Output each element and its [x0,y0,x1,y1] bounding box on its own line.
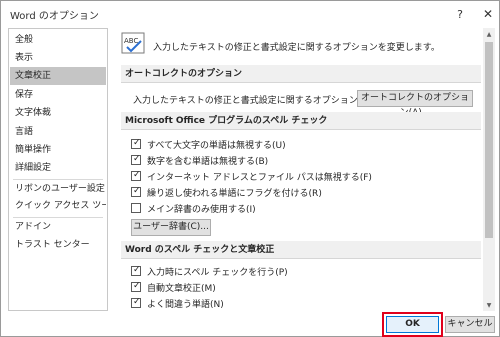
sidebar-item-display[interactable]: 表示 [10,49,106,67]
checkmark-icon: ✓ [133,297,141,307]
sidebar-item-advanced[interactable]: 詳細設定 [10,159,106,177]
panel-header-text: 入力したテキストの修正と書式設定に関するオプションを変更します。 [153,43,440,53]
scroll-up-icon[interactable]: ▲ [483,28,495,40]
sidebar-item-quick-access[interactable]: クイック アクセス ツール バー [10,197,106,215]
scroll-thumb[interactable] [485,42,493,238]
checkbox-label: 自動文章校正(M) [147,284,216,294]
checkmark-icon: ✓ [133,265,141,275]
checkmark-icon: ✓ [133,281,141,291]
checkbox[interactable] [131,203,141,213]
proofing-panel: ABC 入力したテキストの修正と書式設定に関するオプションを変更します。 オート… [115,28,482,311]
close-button[interactable]: ✕ [477,4,499,24]
checkbox-label: すべて大文字の単語は無視する(U) [147,141,286,151]
custom-dictionary-button[interactable]: ユーザー辞書(C)... [131,219,211,236]
checkmark-icon: ✓ [133,138,141,148]
sidebar-item-accessibility[interactable]: 簡単操作 [10,141,106,159]
sidebar-item-general[interactable]: 全般 [10,31,106,49]
checkmark-icon: ✓ [133,170,141,180]
sidebar-item-typography[interactable]: 文字体裁 [10,104,106,122]
checkmark-icon: ✓ [133,186,141,196]
checkbox[interactable]: ✓ [131,138,141,149]
checkbox[interactable]: ✓ [131,186,141,197]
ok-button[interactable]: OK [386,316,439,333]
checkbox-label: メイン辞書のみ使用する(I) [147,205,256,215]
checkbox-label: 数字を含む単語は無視する(B) [147,157,269,167]
checkbox-label: よく間違う単語(N) [147,300,224,310]
checkbox[interactable]: ✓ [131,154,141,165]
title-bar: Word のオプション ? ✕ [1,1,499,27]
sidebar-item-language[interactable]: 言語 [10,123,106,141]
checkbox[interactable]: ✓ [131,170,141,181]
checkmark-icon: ✓ [133,154,141,164]
checkbox-label: 繰り返し使われる単語にフラグを付ける(R) [147,189,322,199]
cancel-button[interactable]: キャンセル [445,316,495,333]
checkbox-label: 入力時にスペル チェックを行う(P) [147,268,288,278]
panel-header: ABC 入力したテキストの修正と書式設定に関するオプションを変更します。 [121,32,476,58]
checkbox-label: インターネット アドレスとファイル パスは無視する(F) [147,173,372,183]
autocorrect-options-button[interactable]: オートコレクトのオプション(A)... [357,90,473,118]
help-button[interactable]: ? [449,4,471,24]
sidebar-item-ribbon[interactable]: リボンのユーザー設定 [10,180,106,198]
section-autocorrect: オートコレクトのオプション [121,65,481,83]
checkbox[interactable]: ✓ [131,281,141,292]
options-dialog: Word のオプション ? ✕ 全般 表示 文章校正 保存 文字体裁 言語 簡単… [0,0,500,337]
checkbox[interactable]: ✓ [131,297,141,308]
svg-text:ABC: ABC [124,37,138,45]
vertical-scrollbar[interactable]: ▲ ▼ [483,28,495,311]
section-word-spelling: Word のスペル チェックと文章校正 [121,241,481,259]
checkbox[interactable]: ✓ [131,265,141,276]
sidebar-item-addins[interactable]: アドイン [10,218,106,236]
sidebar-item-proofing[interactable]: 文章校正 [10,67,106,85]
section-office-spelling: Microsoft Office プログラムのスペル チェック [121,112,481,130]
sidebar-item-trust-center[interactable]: トラスト センター [10,236,106,254]
dialog-title: Word のオプション [10,11,99,22]
sidebar: 全般 表示 文章校正 保存 文字体裁 言語 簡単操作 詳細設定 リボンのユーザー… [8,28,108,311]
abc-check-icon: ABC [121,32,147,56]
scroll-down-icon[interactable]: ▼ [483,299,495,311]
sidebar-item-save[interactable]: 保存 [10,86,106,104]
